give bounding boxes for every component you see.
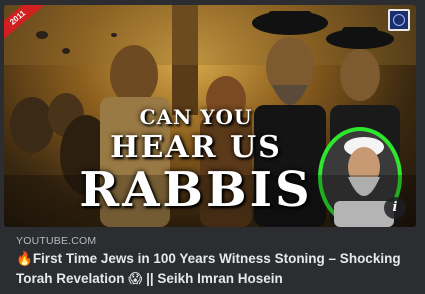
embed-card: 2011 CAN YOU HEAR US RABBIS i YOUTUBE.CO… (0, 0, 425, 294)
source-domain[interactable]: YOUTUBE.COM (16, 235, 96, 247)
overlay-line-2: HEAR US (110, 130, 282, 165)
headline-text-part2: || Seikh Imran Hosein (142, 271, 283, 286)
info-icon[interactable]: i (384, 197, 406, 219)
scream-icon: 😱 (128, 271, 143, 287)
thumbnail-title-overlay: CAN YOU HEAR US RABBIS (66, 105, 326, 215)
video-title-link[interactable]: 🔥First Time Jews in 100 Years Witness St… (16, 249, 416, 289)
overlay-line-1: CAN YOU (139, 105, 253, 129)
overlay-line-3: RABBIS (79, 162, 313, 218)
video-thumbnail[interactable]: 2011 CAN YOU HEAR US RABBIS i (4, 5, 416, 227)
fire-icon: 🔥 (16, 251, 33, 267)
channel-logo-icon (388, 9, 410, 31)
